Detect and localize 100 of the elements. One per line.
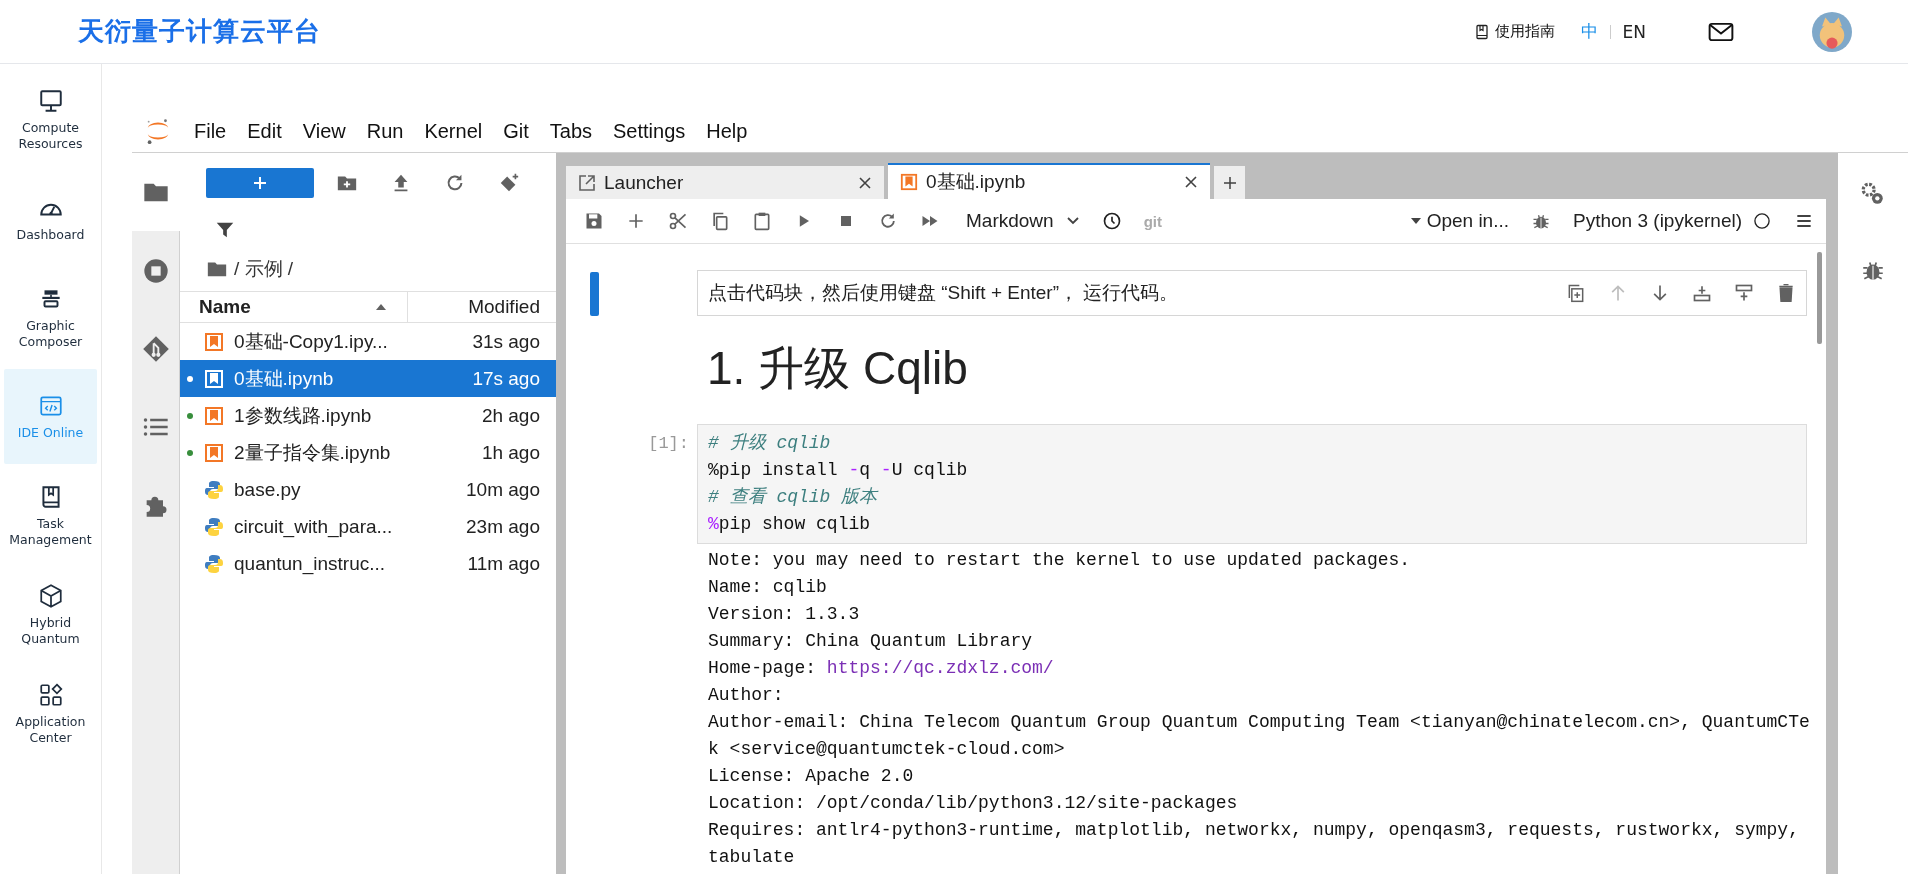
chevron-down-icon (1065, 216, 1080, 226)
new-tab-button[interactable] (1214, 166, 1245, 199)
launch-icon (578, 173, 596, 192)
markdown-heading: 1. 升级 Cqlib (707, 341, 969, 396)
python-icon (204, 516, 224, 537)
output-line: Summary: China Quantum Library (708, 630, 1034, 653)
nav-item[interactable]: Hybrid Quantum (4, 567, 97, 662)
menu-item[interactable]: Run (366, 119, 404, 143)
notebook-icon (204, 331, 224, 352)
duplicate-icon[interactable] (1566, 283, 1586, 303)
column-header[interactable]: Modified (408, 292, 556, 322)
notebook-cell[interactable]: 1. 升级 Cqlib (566, 316, 1826, 424)
apps-icon (37, 681, 64, 708)
restart-icon[interactable] (878, 211, 898, 231)
modified-time: 2h ago (481, 404, 541, 427)
file-name: 0基础.ipynb (234, 366, 335, 391)
file-row[interactable]: 0基础.ipynb 17s ago (180, 360, 556, 397)
notebook-icon (900, 173, 918, 191)
file-name: 2量子指令集.ipynb (234, 440, 392, 465)
menu-item[interactable]: Edit (247, 119, 282, 143)
git-clone-icon[interactable] (498, 172, 520, 194)
file-row[interactable]: circuit_with_para... 23m ago (180, 508, 556, 545)
code-line: %pip install -q -U cqlib (708, 459, 969, 482)
file-row[interactable]: quantun_instruc... 11m ago (180, 545, 556, 582)
save-icon[interactable] (584, 211, 604, 231)
python-icon (204, 553, 224, 574)
file-row[interactable]: 2量子指令集.ipynb 1h ago (180, 434, 556, 471)
output-line: License: Apache 2.0 (708, 765, 915, 788)
platform-logo[interactable]: 天衍量子计算云平台 (78, 14, 321, 49)
user-guide-link[interactable]: 使用指南 (1473, 22, 1555, 41)
stop-icon[interactable] (141, 257, 170, 285)
nav-item[interactable]: Graphic Composer (4, 270, 97, 365)
output-line: Requires: antlr4-python3-runtime, matplotlib, networkx, numpy, openqasm3, requests, rustworkx, sympy, tabulate (708, 819, 1800, 869)
code-editor[interactable]: # 升级 cqlib %pip install -q -U cqlib # 查看 cqlib 版本 %pip show cqlib (697, 424, 1807, 544)
delete-icon[interactable] (1776, 283, 1796, 303)
gears-icon[interactable] (1860, 181, 1886, 207)
modified-time: 23m ago (466, 515, 541, 538)
caret-icon (1410, 218, 1421, 224)
modified-time: 1h ago (481, 441, 541, 464)
output-line: Version: 1.3.3 (708, 603, 861, 626)
modified-time: 17s ago (472, 367, 541, 390)
notebook-icon (204, 405, 224, 426)
language-option[interactable]: EN (1622, 21, 1646, 42)
nav-item[interactable]: Application Center (4, 666, 97, 761)
column-header[interactable]: Name (180, 292, 408, 322)
insert-above-icon[interactable] (1692, 283, 1712, 303)
menu-item[interactable]: Tabs (549, 119, 593, 143)
menu-item[interactable]: Help (706, 119, 748, 143)
modified-time: 11m ago (467, 552, 541, 575)
plus-icon (252, 175, 268, 191)
file-name: circuit_with_para... (234, 515, 394, 538)
mail-icon[interactable] (1708, 21, 1734, 42)
file-name: quantun_instruc... (234, 552, 387, 575)
output-line: Home-page: https://qc.zdxlz.com/ (708, 657, 1055, 680)
close-icon[interactable] (1184, 175, 1198, 189)
breadcrumb-path[interactable]: / 示例 / (234, 256, 294, 282)
kernel-name[interactable]: Python 3 (ipykernel) (1573, 210, 1742, 232)
output-line: Note: you may need to restart the kernel to use updated packages. (708, 549, 1412, 572)
menu-item[interactable]: Settings (613, 119, 686, 143)
plus-icon[interactable] (626, 211, 646, 231)
nav-item[interactable]: Dashboard (4, 171, 97, 266)
code-line: # 升级 cqlib (708, 432, 832, 455)
file-row[interactable]: 1参数线路.ipynb 2h ago (180, 397, 556, 434)
menu-item[interactable]: Kernel (424, 119, 483, 143)
menu-item[interactable]: View (302, 119, 346, 143)
copy-icon[interactable] (710, 211, 730, 231)
file-name: 1参数线路.ipynb (234, 403, 373, 428)
kernel-idle-icon (1752, 211, 1772, 231)
menu-item[interactable]: File (194, 119, 227, 143)
clock-icon[interactable] (1101, 211, 1122, 231)
cell-type-dropdown[interactable]: Markdown (966, 210, 1080, 232)
scrollbar[interactable] (1817, 252, 1822, 344)
monitor-icon (37, 87, 64, 114)
code-line: %pip show cqlib (708, 513, 872, 536)
tab-label: 0基础.ipynb (926, 170, 1027, 194)
plus-icon (1222, 175, 1237, 190)
modified-time: 31s ago (472, 330, 541, 353)
file-row[interactable]: 0基础-Copy1.ipy... 31s ago (180, 323, 556, 360)
output-line: Author: (708, 684, 785, 707)
execution-prompt: [1]: (648, 433, 690, 455)
active-cell-bar[interactable] (590, 272, 599, 316)
close-icon[interactable] (858, 175, 872, 190)
book-icon (1473, 23, 1490, 40)
user-avatar[interactable] (1812, 11, 1852, 52)
file-name: base.py (234, 478, 302, 501)
open-in-dropdown[interactable]: Open in... (1410, 210, 1510, 232)
document-tab[interactable]: 0基础.ipynb (888, 163, 1210, 199)
scissors-icon[interactable] (668, 211, 688, 231)
nav-item[interactable]: Compute Resources (4, 72, 97, 167)
menu-item[interactable]: Git (503, 119, 529, 143)
paste-icon[interactable] (752, 211, 772, 231)
document-tab[interactable]: Launcher (566, 166, 884, 199)
modified-time: 10m ago (466, 478, 541, 501)
git-icon[interactable] (141, 335, 170, 363)
output-line: Author-email: China Telecom Quantum Group Quantum Computing Team <tianyan@chinatelecom.cn>, QuantumCTek <service@quantumctek-cloud.com> (708, 711, 1810, 761)
file-name: 0基础-Copy1.ipy... (234, 329, 389, 354)
nav-item[interactable]: Task Management (4, 468, 97, 563)
cube-icon (37, 582, 64, 609)
file-row[interactable]: base.py 10m ago (180, 471, 556, 508)
insert-below-icon[interactable] (1734, 283, 1754, 303)
